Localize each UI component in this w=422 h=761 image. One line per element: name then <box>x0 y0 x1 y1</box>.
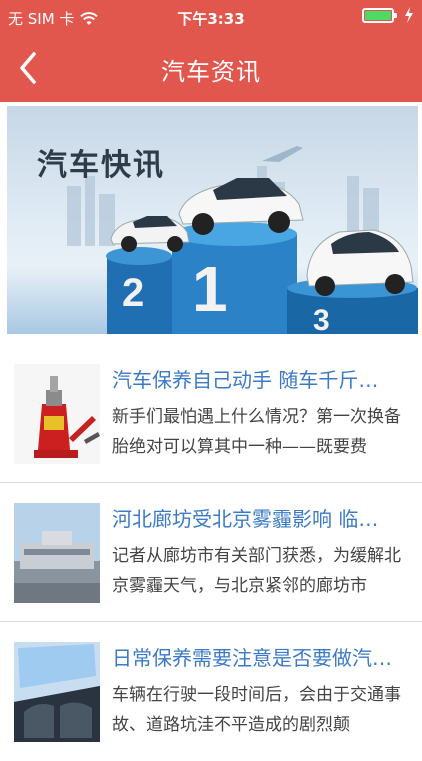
banner-title: 汽车快讯 <box>37 148 165 183</box>
podium-number-2: 2 <box>122 271 144 315</box>
news-thumbnail-jack <box>14 364 100 464</box>
battery-icon <box>362 7 397 23</box>
status-right <box>362 7 414 23</box>
news-list: 汽车保养自己动手 随车千斤… 新手们最怕遇上什么情况？第一次换备胎绝对可以算其中… <box>0 344 422 761</box>
news-summary: 记者从廊坊市有关部门获悉，为缓解北京雾霾天气，与北京紧邻的廊坊市 <box>112 546 401 596</box>
news-title: 日常保养需要注意是否要做汽… <box>112 646 392 670</box>
charging-icon <box>405 7 413 23</box>
list-item[interactable]: 河北廊坊受北京雾霾影响 临… 记者从廊坊市有关部门获悉，为缓解北京雾霾天气，与北… <box>0 483 422 622</box>
podium-number-1: 1 <box>192 253 228 325</box>
car-left <box>110 216 190 252</box>
status-bar: 无 SIM 卡 下午3:33 <box>0 0 422 34</box>
navigation-bar: 汽车资讯 <box>0 34 422 102</box>
news-summary: 新手们最怕遇上什么情况？第一次换备胎绝对可以算其中一种——既要费 <box>112 407 401 457</box>
news-title: 汽车保养自己动手 随车千斤… <box>112 368 379 392</box>
news-banner[interactable]: 2 1 3 汽车快讯 <box>7 106 418 334</box>
list-item[interactable]: 日常保养需要注意是否要做汽… 车辆在行驶一段时间后，会由于交通事故、道路坑洼不平… <box>0 622 422 761</box>
page-title: 汽车资讯 <box>161 58 261 86</box>
news-title: 河北廊坊受北京雾霾影响 临… <box>112 507 379 531</box>
news-summary: 车辆在行驶一段时间后，会由于交通事故、道路坑洼不平造成的剧烈颠 <box>112 685 401 735</box>
status-time: 下午3:33 <box>177 10 245 28</box>
news-thumbnail-station <box>14 503 100 603</box>
podium-number-3: 3 <box>313 304 330 334</box>
news-thumbnail-car-interior <box>14 642 100 742</box>
app-header: 无 SIM 卡 下午3:33 汽车资讯 <box>0 0 422 102</box>
list-item[interactable]: 汽车保养自己动手 随车千斤… 新手们最怕遇上什么情况？第一次换备胎绝对可以算其中… <box>0 344 422 483</box>
